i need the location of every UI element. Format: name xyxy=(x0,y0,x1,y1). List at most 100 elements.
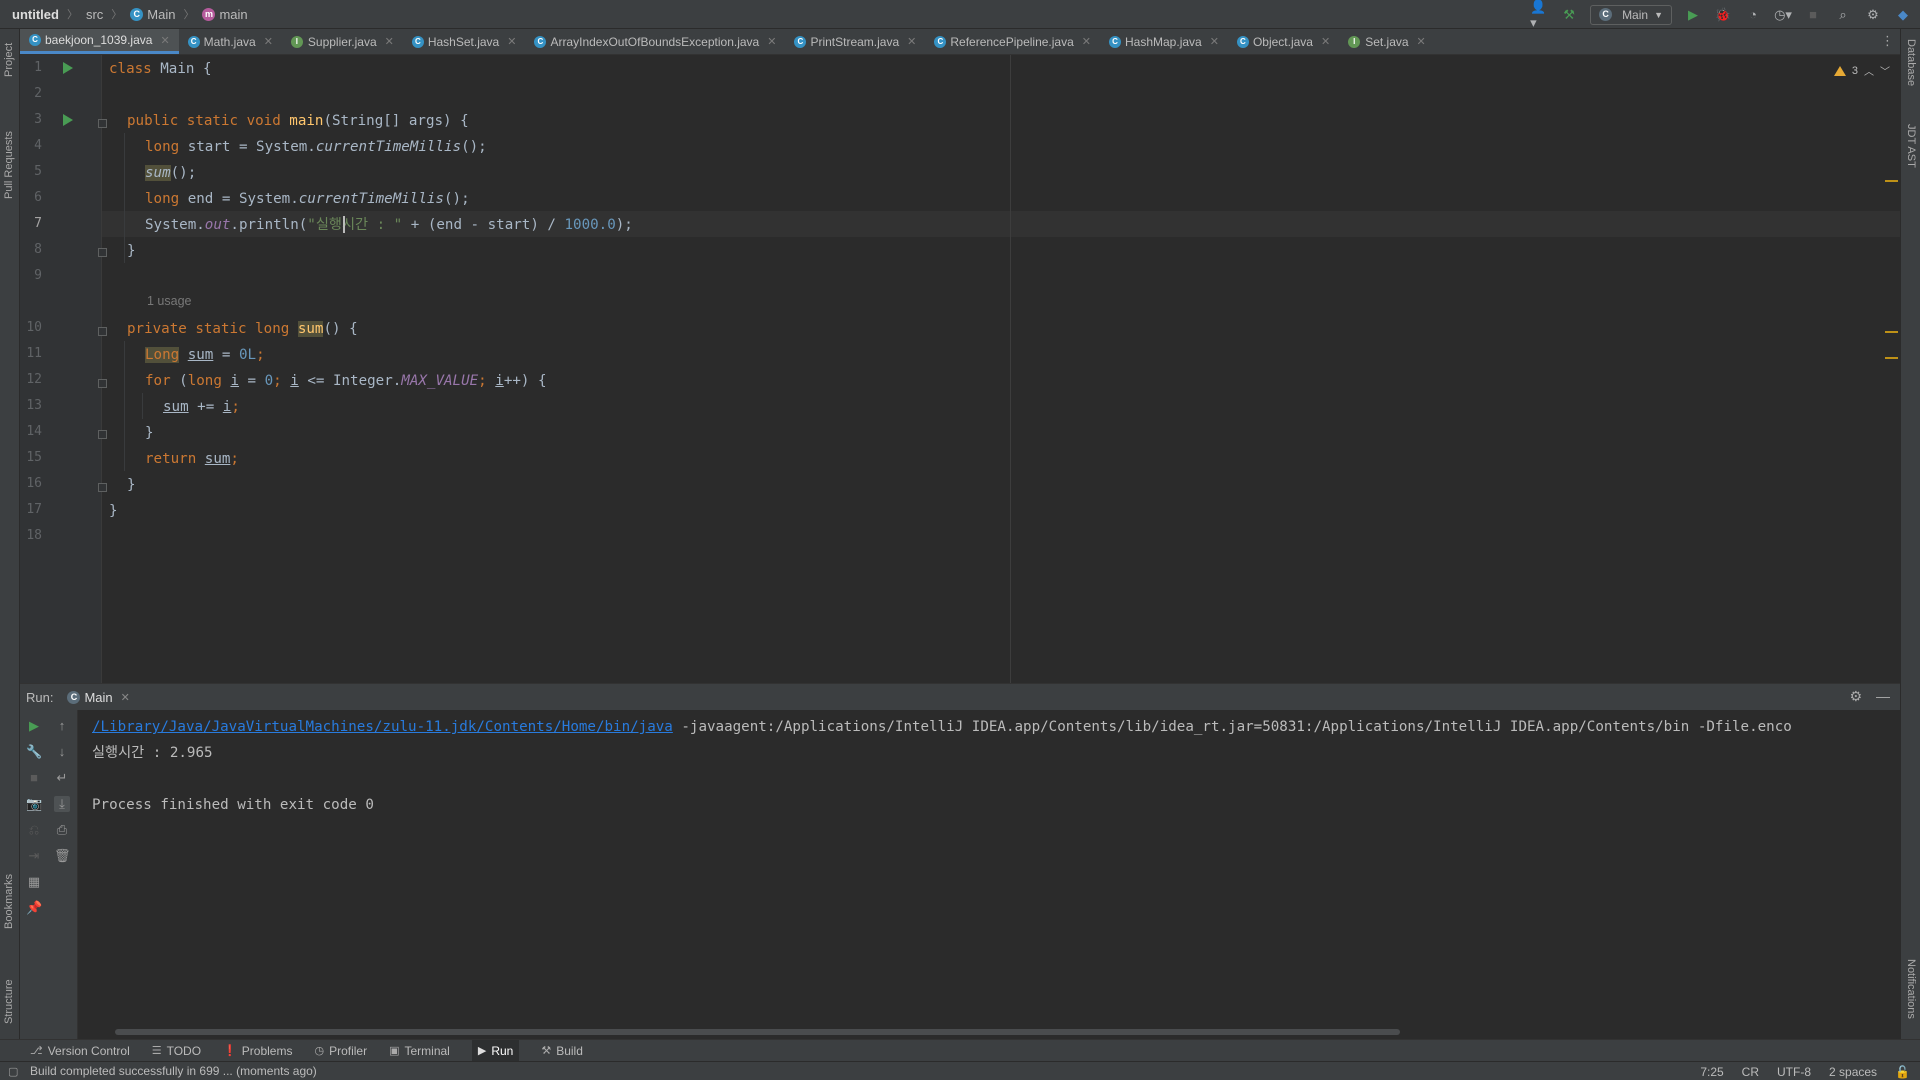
left-tool-strip: Project Pull Requests Bookmarks Structur… xyxy=(0,29,20,1050)
close-icon[interactable]: ✕ xyxy=(264,35,273,48)
terminal-tool-button[interactable]: ▣ Terminal xyxy=(389,1044,450,1058)
run-tab-main[interactable]: C Main ✕ xyxy=(67,690,130,705)
soft-wrap-icon[interactable]: ↵ xyxy=(54,770,70,786)
line-separator[interactable]: CR xyxy=(1742,1065,1759,1079)
chevron-up-icon[interactable]: ︿ xyxy=(1864,63,1874,78)
tab-math[interactable]: C Math.java ✕ xyxy=(179,29,282,54)
warning-stripe[interactable] xyxy=(1885,357,1898,359)
tab-supplier[interactable]: I Supplier.java ✕ xyxy=(282,29,403,54)
code-token: ; xyxy=(231,399,240,415)
console-output[interactable]: /Library/Java/JavaVirtualMachines/zulu-1… xyxy=(92,714,1882,1004)
bookmarks-tool-button[interactable]: Bookmarks xyxy=(3,874,15,929)
tab-referencepipeline[interactable]: C ReferencePipeline.java ✕ xyxy=(925,29,1100,54)
trash-icon[interactable]: 🗑 xyxy=(54,848,71,864)
inspection-widget[interactable]: 3 ︿ ﹀ xyxy=(1833,63,1890,78)
pin-icon[interactable]: 📌 xyxy=(26,900,42,916)
breadcrumb-main-class[interactable]: C Main xyxy=(130,7,175,22)
file-encoding[interactable]: UTF-8 xyxy=(1777,1065,1811,1079)
problems-tool-button[interactable]: ❗ Problems xyxy=(223,1044,292,1058)
scroll-to-end-icon[interactable]: ⤓ xyxy=(54,796,70,812)
horizontal-scrollbar[interactable] xyxy=(115,1029,1400,1035)
close-icon[interactable]: ✕ xyxy=(507,35,516,48)
exit-icon[interactable]: ⇥ xyxy=(26,848,42,864)
status-message[interactable]: Build completed successfully in 699 ... … xyxy=(30,1064,317,1078)
run-gutter-icon[interactable] xyxy=(63,114,73,126)
debug-icon[interactable]: 🐞 xyxy=(1714,6,1732,24)
notifications-tool-button[interactable]: Notifications xyxy=(1905,959,1917,1019)
run-icon[interactable]: ▶ xyxy=(1684,6,1702,24)
camera-icon[interactable]: 📷 xyxy=(26,796,42,812)
close-icon[interactable]: ✕ xyxy=(385,35,394,48)
build-hammer-icon[interactable]: ⚒ xyxy=(1560,6,1578,24)
stop-icon[interactable]: ■ xyxy=(26,770,42,786)
close-icon[interactable]: ✕ xyxy=(767,35,776,48)
warning-stripe[interactable] xyxy=(1885,331,1898,333)
close-icon[interactable]: ✕ xyxy=(1417,35,1426,48)
breadcrumb-src[interactable]: src xyxy=(86,7,103,22)
search-icon[interactable]: ⌕ xyxy=(1834,6,1852,24)
jetbrains-logo-icon[interactable]: ◆ xyxy=(1894,6,1912,24)
tab-object[interactable]: C Object.java ✕ xyxy=(1228,29,1339,54)
minimize-icon[interactable]: — xyxy=(1876,688,1890,705)
java-path-link[interactable]: /Library/Java/JavaVirtualMachines/zulu-1… xyxy=(92,719,673,735)
database-tool-button[interactable]: Database xyxy=(1905,39,1917,86)
more-vertical-icon[interactable]: ⋮ xyxy=(1881,33,1894,49)
run-configuration-select[interactable]: C Main ▼ xyxy=(1590,4,1672,25)
breadcrumb-project[interactable]: untitled xyxy=(12,7,59,22)
tab-hashmap[interactable]: C HashMap.java ✕ xyxy=(1100,29,1228,54)
gear-icon[interactable]: ⚙ xyxy=(1849,688,1862,705)
lock-icon[interactable]: 🔓 xyxy=(1895,1065,1910,1079)
jdt-ast-tool-button[interactable]: JDT AST xyxy=(1905,124,1917,168)
todo-tool-button[interactable]: ☰ TODO xyxy=(152,1044,201,1058)
run-gutter-icon[interactable] xyxy=(63,62,73,74)
build-tool-button[interactable]: ⚒ Build xyxy=(541,1044,583,1058)
arrow-down-icon[interactable]: ↓ xyxy=(54,744,70,760)
close-icon[interactable]: ✕ xyxy=(160,34,169,47)
code-token: sum xyxy=(297,321,324,337)
restore-layout-icon[interactable]: ⎌ xyxy=(26,822,42,838)
indent-setting[interactable]: 2 spaces xyxy=(1829,1065,1877,1079)
print-icon[interactable]: ⎙ xyxy=(54,822,70,838)
user-icon[interactable]: 👤▾ xyxy=(1530,0,1548,30)
gear-icon[interactable]: ⚙ xyxy=(1864,6,1882,24)
layout-icon[interactable]: ▦ xyxy=(26,874,42,890)
tab-arrayindexoutofbounds[interactable]: C ArrayIndexOutOfBoundsException.java ✕ xyxy=(525,29,785,54)
version-control-tool-button[interactable]: ⎇ Version Control xyxy=(30,1044,130,1058)
fold-marker-icon[interactable] xyxy=(98,483,107,492)
right-tool-strip: Database JDT AST Notifications xyxy=(1900,29,1920,1050)
tab-baekjoon-1039[interactable]: Cbaekjoon_1039.java ✕ xyxy=(20,29,179,54)
code-editor[interactable]: 1 2 3 4 5 6 7 8 9 10 11 12 13 14 15 16 1… xyxy=(20,55,1900,683)
fold-marker-icon[interactable] xyxy=(98,248,107,257)
fold-marker-icon[interactable] xyxy=(98,430,107,439)
close-icon[interactable]: ✕ xyxy=(907,35,916,48)
warning-stripe[interactable] xyxy=(1885,180,1898,182)
close-icon[interactable]: ✕ xyxy=(1082,35,1091,48)
wrench-icon[interactable]: 🔧 xyxy=(26,744,42,760)
status-toggle-icon[interactable]: ▢ xyxy=(8,1065,18,1078)
usage-hint[interactable]: 1 usage xyxy=(147,294,191,308)
profiler-tool-button[interactable]: ◷ Profiler xyxy=(314,1044,367,1058)
tab-printstream[interactable]: C PrintStream.java ✕ xyxy=(785,29,925,54)
run-tool-button[interactable]: ▶ Run xyxy=(471,1039,520,1062)
stop-icon[interactable]: ■ xyxy=(1804,6,1822,24)
fold-marker-icon[interactable] xyxy=(98,119,107,128)
fold-marker-icon[interactable] xyxy=(98,379,107,388)
coverage-icon[interactable]: ◔ xyxy=(1744,6,1762,24)
chevron-down-icon[interactable]: ﹀ xyxy=(1880,63,1890,78)
profile-icon[interactable]: ◷▾ xyxy=(1774,6,1792,24)
close-icon[interactable]: ✕ xyxy=(1210,35,1219,48)
arrow-up-icon[interactable]: ↑ xyxy=(54,718,70,734)
code-token: class xyxy=(109,61,152,77)
fold-marker-icon[interactable] xyxy=(98,327,107,336)
close-icon[interactable]: ✕ xyxy=(1321,35,1330,48)
breadcrumb-main-method[interactable]: m main xyxy=(202,7,248,22)
tab-set[interactable]: I Set.java ✕ xyxy=(1339,29,1435,54)
structure-tool-button[interactable]: Structure xyxy=(3,979,15,1024)
tab-hashset[interactable]: C HashSet.java ✕ xyxy=(403,29,526,54)
project-tool-button[interactable]: Project xyxy=(3,43,15,77)
pull-requests-tool-button[interactable]: Pull Requests xyxy=(3,131,15,199)
close-icon[interactable]: ✕ xyxy=(121,691,130,704)
breadcrumb-separator: 〉 xyxy=(66,9,78,21)
rerun-icon[interactable]: ▶ xyxy=(26,718,42,734)
caret-position[interactable]: 7:25 xyxy=(1700,1065,1723,1079)
